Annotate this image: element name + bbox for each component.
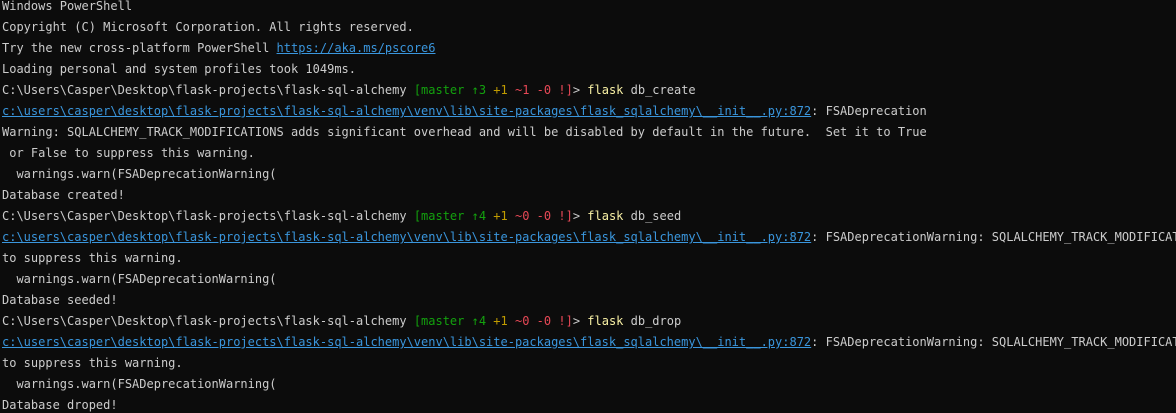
- git-deleted: -0: [529, 84, 552, 97]
- git-branch: [master: [413, 84, 472, 97]
- output-line: or False to suppress this warning.: [2, 147, 1176, 168]
- output-text: to suppress this warning.: [2, 252, 183, 265]
- output-line: Warning: SQLALCHEMY_TRACK_MODIFICATIONS …: [2, 126, 1176, 147]
- git-ahead: ↑4: [471, 315, 487, 328]
- warning-suffix: : FSADeprecationWarning: SQLALCHEMY_TRAC…: [811, 336, 1176, 349]
- profiles-text: Loading personal and system profiles too…: [2, 63, 357, 76]
- warning-path-line-2: c:\users\casper\desktop\flask-projects\f…: [2, 231, 1176, 252]
- try-line: Try the new cross-platform PowerShell ht…: [2, 42, 1176, 63]
- warning-path-line-3: c:\users\casper\desktop\flask-projects\f…: [2, 336, 1176, 357]
- warning-file-link[interactable]: c:\users\casper\desktop\flask-projects\f…: [2, 231, 811, 244]
- git-ahead: ↑3: [471, 84, 487, 97]
- pscore6-link[interactable]: https://aka.ms/pscore6: [277, 42, 436, 55]
- output-line: Database seeded!: [2, 294, 1176, 315]
- powershell-terminal[interactable]: Windows PowerShell Copyright (C) Microso…: [0, 0, 1176, 413]
- command-args: db_seed: [623, 210, 682, 223]
- prompt-line-2: C:\Users\Casper\Desktop\flask-projects\f…: [2, 210, 1176, 231]
- warning-path-line-1: c:\users\casper\desktop\flask-projects\f…: [2, 105, 1176, 126]
- prompt-path: C:\Users\Casper\Desktop\flask-projects\f…: [2, 210, 414, 223]
- warning-suffix: : FSADeprecation: [811, 105, 927, 118]
- command-name: flask: [587, 315, 624, 328]
- copyright-text: Copyright (C) Microsoft Corporation. All…: [2, 21, 414, 34]
- warning-file-link[interactable]: c:\users\casper\desktop\flask-projects\f…: [2, 105, 811, 118]
- prompt-line-3: C:\Users\Casper\Desktop\flask-projects\f…: [2, 315, 1176, 336]
- output-text: to suppress this warning.: [2, 357, 183, 370]
- profiles-line: Loading personal and system profiles too…: [2, 63, 1176, 84]
- prompt-line-1: C:\Users\Casper\Desktop\flask-projects\f…: [2, 84, 1176, 105]
- prompt-end: >: [572, 84, 588, 97]
- git-branch: [master: [413, 315, 472, 328]
- command-args: db_create: [623, 84, 696, 97]
- output-line: warnings.warn(FSADeprecationWarning(: [2, 273, 1176, 294]
- command-name: flask: [587, 210, 624, 223]
- output-line: Database created!: [2, 189, 1176, 210]
- output-text: Warning: SQLALCHEMY_TRACK_MODIFICATIONS …: [2, 126, 927, 139]
- git-added: +1: [486, 84, 508, 97]
- git-added: +1: [486, 210, 508, 223]
- git-modified: ~1: [507, 84, 530, 97]
- git-deleted: -0: [529, 315, 552, 328]
- output-text: Database droped!: [2, 399, 118, 412]
- header-title: Windows PowerShell: [2, 0, 133, 13]
- output-text: warnings.warn(FSADeprecationWarning(: [2, 273, 277, 286]
- git-added: +1: [486, 315, 508, 328]
- git-deleted: -0: [529, 210, 552, 223]
- output-line: Database droped!: [2, 399, 1176, 413]
- terminal-header-line: Windows PowerShell: [2, 0, 1176, 21]
- warning-file-link[interactable]: c:\users\casper\desktop\flask-projects\f…: [2, 336, 811, 349]
- prompt-end: >: [572, 210, 588, 223]
- output-text: warnings.warn(FSADeprecationWarning(: [2, 168, 277, 181]
- warning-suffix: : FSADeprecationWarning: SQLALCHEMY_TRAC…: [811, 231, 1176, 244]
- git-modified: ~0: [507, 210, 530, 223]
- prompt-end: >: [572, 315, 588, 328]
- git-dirty: !]: [551, 210, 573, 223]
- prompt-path: C:\Users\Casper\Desktop\flask-projects\f…: [2, 315, 414, 328]
- git-dirty: !]: [551, 84, 573, 97]
- copyright-line: Copyright (C) Microsoft Corporation. All…: [2, 21, 1176, 42]
- output-text: Database created!: [2, 189, 125, 202]
- prompt-path: C:\Users\Casper\Desktop\flask-projects\f…: [2, 84, 414, 97]
- command-name: flask: [587, 84, 624, 97]
- git-branch: [master: [413, 210, 472, 223]
- output-text: or False to suppress this warning.: [2, 147, 255, 160]
- output-line: to suppress this warning.: [2, 357, 1176, 378]
- output-line: to suppress this warning.: [2, 252, 1176, 273]
- output-text: Database seeded!: [2, 294, 118, 307]
- try-text: Try the new cross-platform PowerShell: [2, 42, 277, 55]
- git-ahead: ↑4: [471, 210, 487, 223]
- output-line: warnings.warn(FSADeprecationWarning(: [2, 378, 1176, 399]
- output-line: warnings.warn(FSADeprecationWarning(: [2, 168, 1176, 189]
- git-modified: ~0: [507, 315, 530, 328]
- command-args: db_drop: [623, 315, 682, 328]
- git-dirty: !]: [551, 315, 573, 328]
- output-text: warnings.warn(FSADeprecationWarning(: [2, 378, 277, 391]
